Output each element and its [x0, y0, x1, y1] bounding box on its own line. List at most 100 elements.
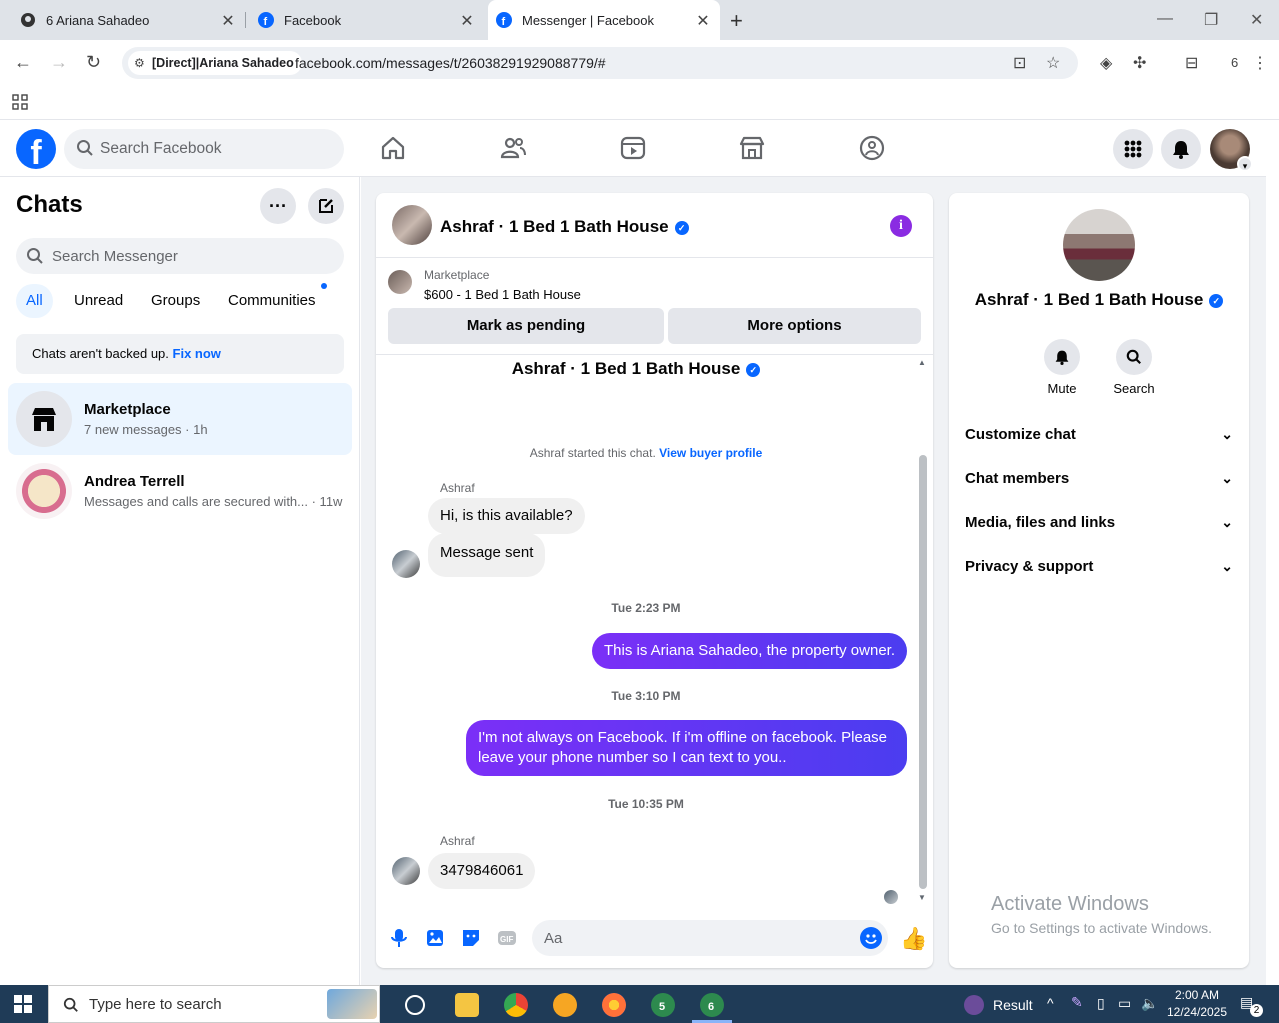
extensions-puzzle-icon[interactable]: ✣	[1133, 53, 1146, 73]
friends-icon[interactable]	[499, 134, 527, 162]
more-dots-icon: ···	[269, 195, 287, 216]
weather-icon[interactable]	[964, 995, 984, 1015]
compose-icon	[319, 199, 333, 213]
scrollbar-thumb[interactable]	[919, 455, 927, 889]
firefox-icon[interactable]	[602, 993, 626, 1017]
network-icon[interactable]: ▭	[1118, 995, 1131, 1012]
thumbs-up-icon[interactable]: 👍	[900, 926, 927, 952]
mark-pending-button[interactable]: Mark as pending	[388, 308, 664, 344]
view-buyer-profile-link[interactable]: View buyer profile	[659, 446, 762, 460]
bookmark-star-icon[interactable]: ☆	[1046, 53, 1060, 73]
menu-grid-button[interactable]	[1113, 129, 1153, 169]
fix-now-link[interactable]: Fix now	[173, 346, 221, 361]
chevron-up-icon[interactable]: ^	[1047, 995, 1054, 1011]
pen-icon[interactable]: ✎	[1071, 994, 1083, 1011]
video-icon[interactable]	[619, 134, 647, 162]
search-conversation-button[interactable]: Search	[1104, 339, 1164, 396]
groups-icon[interactable]	[858, 134, 886, 162]
bell-icon	[1055, 350, 1069, 365]
search-input[interactable]	[100, 129, 330, 169]
search-highlight-image[interactable]	[327, 989, 377, 1019]
chat-item-marketplace[interactable]: Marketplace 7 new messages · 1h	[8, 383, 352, 455]
file-explorer-icon[interactable]	[455, 993, 479, 1017]
home-icon[interactable]	[379, 134, 407, 162]
browser-tab-1[interactable]: 6 Ariana Sahadeo ✕	[0, 0, 245, 40]
conversation-title[interactable]: Ashraf · 1 Bed 1 Bath House ✓	[440, 217, 689, 237]
mute-button[interactable]: Mute	[1032, 339, 1092, 396]
messenger-search[interactable]	[16, 238, 344, 274]
scroll-down-arrow-icon[interactable]: ▼	[918, 893, 926, 902]
message-composer[interactable]	[532, 920, 888, 956]
listing-title[interactable]: $600 - 1 Bed 1 Bath House	[424, 287, 581, 302]
media-files-links-section[interactable]: Media, files and links ⌄	[965, 514, 1233, 531]
facebook-search[interactable]	[64, 129, 344, 169]
new-message-button[interactable]	[308, 188, 344, 224]
windows-start-icon[interactable]	[14, 995, 32, 1013]
sender-avatar[interactable]	[392, 550, 420, 578]
marketplace-label: Marketplace	[424, 268, 490, 282]
apps-grid-icon[interactable]	[12, 94, 28, 110]
app-icon[interactable]	[553, 993, 577, 1017]
microphone-icon[interactable]	[388, 927, 410, 949]
chat-members-section[interactable]: Chat members ⌄	[965, 470, 1233, 487]
conversation-info-panel: Ashraf · 1 Bed 1 Bath House ✓ Mute Search…	[949, 193, 1249, 968]
profile-count[interactable]: 6	[1231, 55, 1238, 70]
marketplace-icon[interactable]	[738, 134, 766, 162]
account-avatar[interactable]: ▾	[1210, 129, 1253, 172]
close-icon[interactable]: ✕	[694, 11, 712, 31]
info-icon[interactable]: i	[890, 215, 912, 237]
browser-tab-2[interactable]: f Facebook ✕	[248, 0, 484, 40]
window-close-icon[interactable]: ✕	[1250, 10, 1263, 30]
task-view-icon[interactable]	[405, 995, 425, 1015]
customize-chat-section[interactable]: Customize chat ⌄	[965, 426, 1233, 443]
notifications-button[interactable]	[1161, 129, 1201, 169]
site-info-chip[interactable]: [Direct]|Ariana Sahadeo	[128, 51, 302, 75]
filter-unread[interactable]: Unread	[64, 284, 133, 318]
incoming-message[interactable]: 3479846061	[428, 853, 536, 889]
incoming-message[interactable]: Message sent	[428, 533, 546, 577]
outgoing-message[interactable]: I'm not always on Facebook. If i'm offli…	[466, 720, 907, 776]
vpn-extension-icon[interactable]: ◈	[1100, 53, 1112, 73]
forward-arrow-icon[interactable]: →	[50, 52, 68, 73]
filter-communities[interactable]: Communities	[218, 284, 326, 318]
taskbar-search[interactable]: Type here to search	[48, 985, 380, 1023]
emoji-icon[interactable]	[860, 927, 882, 949]
contact-avatar[interactable]	[392, 205, 432, 245]
chrome-icon[interactable]	[504, 993, 528, 1017]
photo-icon[interactable]	[424, 927, 446, 949]
filter-all[interactable]: All	[16, 284, 53, 318]
facebook-logo[interactable]: f	[16, 129, 56, 169]
more-options-button[interactable]: More options	[668, 308, 921, 344]
install-app-icon[interactable]: ⊡	[1013, 53, 1026, 73]
device-icon[interactable]: ▯	[1097, 995, 1105, 1012]
scroll-up-arrow-icon[interactable]: ▲	[918, 358, 926, 367]
sticker-icon[interactable]	[460, 927, 482, 949]
minimize-icon[interactable]: —	[1157, 10, 1173, 28]
kebab-menu-icon[interactable]: ⋮	[1252, 53, 1268, 73]
gif-icon[interactable]: GIF	[496, 927, 518, 949]
browser-tab-3[interactable]: f Messenger | Facebook ✕	[488, 0, 720, 40]
filter-groups[interactable]: Groups	[141, 284, 210, 318]
new-tab-button[interactable]: +	[730, 8, 743, 34]
privacy-support-section[interactable]: Privacy & support ⌄	[965, 558, 1233, 575]
sender-avatar[interactable]	[392, 857, 420, 885]
tab-search-icon[interactable]: ⊟	[1185, 53, 1198, 73]
chat-options-button[interactable]: ···	[260, 188, 296, 224]
chat-item-andrea-terrell[interactable]: Andrea Terrell Messages and calls are se…	[8, 455, 352, 527]
system-clock[interactable]: 2:00 AM 12/24/2025	[1160, 987, 1234, 1021]
restore-icon[interactable]: ❐	[1204, 10, 1218, 30]
messenger-search-input[interactable]	[52, 238, 332, 274]
listing-avatar[interactable]	[1063, 209, 1135, 281]
incoming-message[interactable]: Hi, is this available?	[428, 498, 585, 534]
url-text[interactable]: facebook.com/messages/t/2603829192908877…	[295, 55, 606, 71]
weather-label[interactable]: Result	[993, 997, 1033, 1013]
listing-thumbnail[interactable]	[388, 270, 412, 294]
volume-icon[interactable]: 🔈	[1141, 995, 1158, 1012]
message-input[interactable]	[544, 920, 844, 956]
close-icon[interactable]: ✕	[219, 11, 237, 31]
page-scrollbar[interactable]	[1266, 121, 1279, 985]
back-arrow-icon[interactable]: ←	[14, 52, 32, 73]
outgoing-message[interactable]: This is Ariana Sahadeo, the property own…	[591, 633, 907, 669]
close-icon[interactable]: ✕	[458, 11, 476, 31]
reload-icon[interactable]: ↻	[86, 52, 101, 73]
